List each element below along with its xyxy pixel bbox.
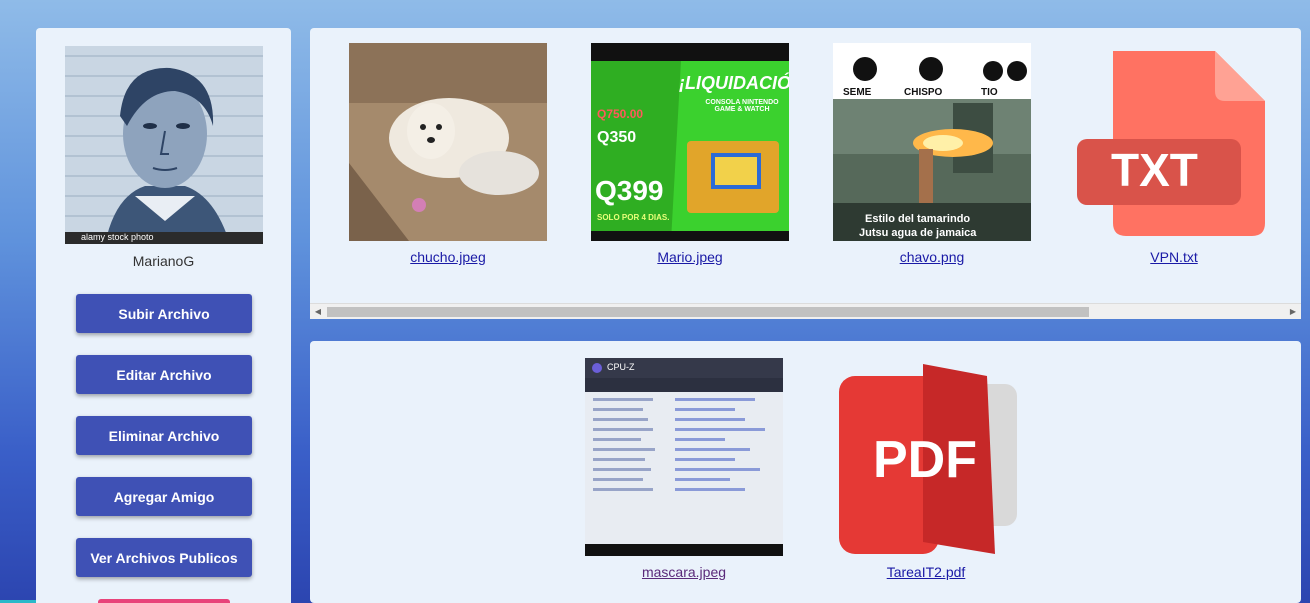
file-item[interactable]: SEME CHISPO TIO Estilo del tamarindo Jut… bbox=[833, 43, 1031, 267]
txt-label: TXT bbox=[1111, 144, 1198, 196]
file-thumbnail[interactable]: SEME CHISPO TIO Estilo del tamarindo Jut… bbox=[833, 43, 1031, 241]
file-item[interactable]: chucho.jpeg bbox=[349, 43, 547, 267]
file-item[interactable]: CPU-Z mascara.jpeg bbox=[585, 358, 783, 582]
pdf-file-icon[interactable]: PDF bbox=[827, 358, 1025, 556]
promo-mid-price: Q350 bbox=[597, 129, 637, 146]
file-thumbnail[interactable]: ¡LIQUIDACIÓN! CONSOLA NINTENDO GAME & WA… bbox=[591, 43, 789, 241]
file-item[interactable]: TXT VPN.txt bbox=[1075, 43, 1273, 267]
scrollbar-thumb[interactable] bbox=[327, 307, 1089, 317]
file-link[interactable]: chavo.png bbox=[900, 249, 965, 265]
app-title: CPU-Z bbox=[607, 362, 635, 372]
promo-old-price: Q750.00 bbox=[597, 107, 644, 121]
file-item[interactable]: PDF TareaIT2.pdf bbox=[827, 358, 1025, 582]
meme-caption-2: Jutsu agua de jamaica bbox=[859, 227, 977, 239]
my-files-panel: chucho.jpeg ¡LIQUIDACIÓN! CONSOLA NINTEN… bbox=[310, 28, 1301, 319]
shared-files-panel: CPU-Z mascara.jpeg PDF TareaIT2.pdf bbox=[310, 341, 1301, 603]
scroll-right-icon[interactable]: ▶ bbox=[1285, 304, 1301, 320]
file-item[interactable]: ¡LIQUIDACIÓN! CONSOLA NINTENDO GAME & WA… bbox=[591, 43, 789, 267]
upload-file-button[interactable]: Subir Archivo bbox=[76, 294, 252, 333]
file-thumbnail[interactable] bbox=[349, 43, 547, 241]
avatar-watermark: alamy stock photo bbox=[81, 232, 154, 242]
edit-file-button[interactable]: Editar Archivo bbox=[76, 355, 252, 394]
delete-file-button[interactable]: Eliminar Archivo bbox=[76, 416, 252, 455]
file-link[interactable]: VPN.txt bbox=[1150, 249, 1197, 265]
promo-price: Q399 bbox=[595, 175, 664, 206]
promo-headline: ¡LIQUIDACIÓN! bbox=[679, 73, 789, 93]
horizontal-scrollbar[interactable]: ◀ ▶ bbox=[310, 303, 1301, 319]
file-link[interactable]: mascara.jpeg bbox=[642, 564, 726, 580]
file-link[interactable]: chucho.jpeg bbox=[410, 249, 486, 265]
promo-subtitle: CONSOLA NINTENDO GAME & WATCH bbox=[705, 99, 779, 113]
txt-file-icon[interactable]: TXT bbox=[1075, 43, 1273, 241]
avatar: alamy stock photo bbox=[65, 46, 263, 244]
sidebar: alamy stock photo MarianoG Subir Archivo… bbox=[36, 28, 291, 603]
file-link[interactable]: Mario.jpeg bbox=[657, 249, 722, 265]
meme-label-chispo: CHISPO bbox=[904, 87, 943, 98]
add-friend-button[interactable]: Agregar Amigo bbox=[76, 477, 252, 516]
promo-days: SOLO POR 4 DIAS. bbox=[597, 213, 670, 222]
username: MarianoG bbox=[132, 253, 195, 269]
view-public-files-button[interactable]: Ver Archivos Publicos bbox=[76, 538, 252, 577]
file-link[interactable]: TareaIT2.pdf bbox=[887, 564, 966, 580]
meme-label-seme: SEME bbox=[843, 87, 872, 98]
file-thumbnail[interactable]: CPU-Z bbox=[585, 358, 783, 556]
meme-label-tio: TIO bbox=[981, 87, 998, 98]
meme-caption-1: Estilo del tamarindo bbox=[865, 213, 971, 225]
scroll-left-icon[interactable]: ◀ bbox=[310, 304, 326, 320]
pdf-label: PDF bbox=[873, 431, 977, 489]
logout-button[interactable] bbox=[98, 599, 230, 603]
